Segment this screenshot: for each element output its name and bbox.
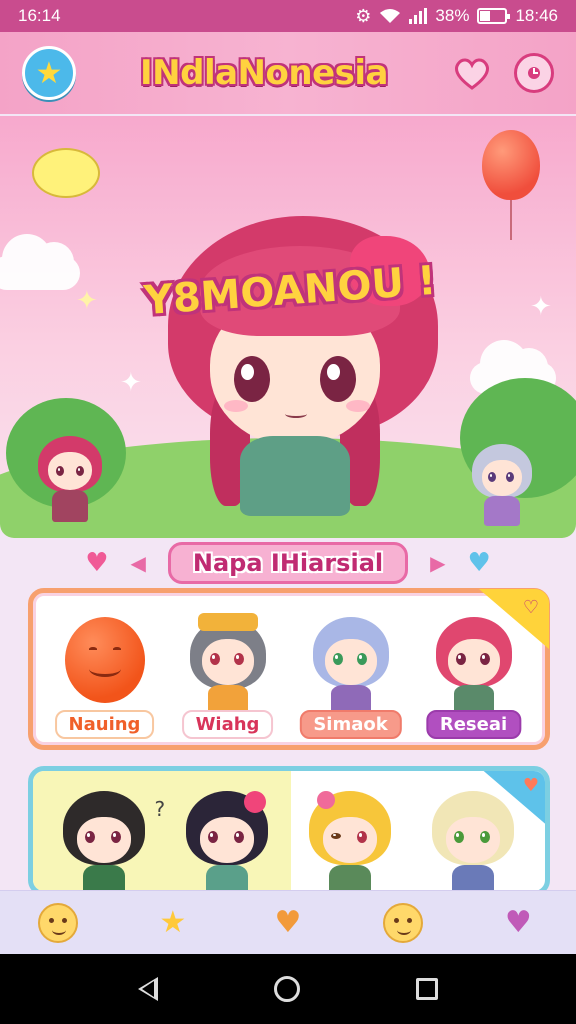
heart-icon[interactable] bbox=[452, 53, 492, 93]
yellow-balloon-decoration bbox=[32, 148, 100, 198]
section-header: ♥ ◀ Napa IHiarsial ▶ ♥ bbox=[0, 538, 576, 588]
heart-icon: ♥ bbox=[467, 548, 491, 578]
smiley-balloon-icon bbox=[64, 617, 145, 703]
grin-icon[interactable] bbox=[381, 901, 425, 945]
character-label: Reseai bbox=[425, 710, 522, 739]
character-slot[interactable] bbox=[291, 779, 411, 891]
settings-gear-icon: ⚙ bbox=[355, 5, 372, 26]
bottom-navigation: ★ ♥ ♥ bbox=[0, 890, 576, 954]
app-header: ★ INdlaNonesia bbox=[0, 32, 576, 114]
status-time: 16:14 bbox=[18, 6, 61, 25]
character-card-row-1: ♡ Nauing Wiahg Simaok Reseai bbox=[28, 588, 550, 750]
red-balloon-decoration bbox=[482, 130, 540, 200]
character-slot[interactable] bbox=[414, 779, 534, 891]
character-slot[interactable]: ? bbox=[45, 779, 166, 891]
character-card-row-2: ♥ ? bbox=[28, 766, 550, 896]
character-avatar bbox=[434, 613, 514, 713]
app-title: INdlaNonesia bbox=[140, 53, 388, 93]
character-slot[interactable]: Wiahg bbox=[168, 603, 288, 743]
question-mark: ? bbox=[154, 797, 166, 821]
character-label: Simaok bbox=[299, 710, 402, 739]
heart-icon: ♥ bbox=[85, 548, 109, 578]
hero-banner[interactable]: ✦ ✦ ✦ ✦ Y8MOANOU ! bbox=[0, 116, 576, 538]
recent-apps-icon[interactable] bbox=[416, 978, 438, 1000]
signal-icon bbox=[409, 8, 428, 24]
hearts-icon[interactable]: ♥ bbox=[266, 901, 310, 945]
character-avatar bbox=[311, 613, 391, 713]
small-character bbox=[470, 442, 534, 526]
clock-icon[interactable] bbox=[514, 53, 554, 93]
back-icon[interactable] bbox=[138, 977, 158, 1001]
character-avatar bbox=[188, 613, 268, 713]
battery-percent: 38% bbox=[435, 6, 470, 25]
character-avatar bbox=[61, 791, 147, 891]
cloud-decoration bbox=[0, 234, 80, 290]
character-label: Nauing bbox=[54, 710, 155, 739]
small-character bbox=[36, 434, 106, 524]
section-title: Napa IHiarsial bbox=[192, 549, 384, 577]
sparkle-icon: ✦ bbox=[76, 286, 98, 316]
main-character bbox=[150, 186, 460, 516]
status-clock: 18:46 bbox=[515, 6, 558, 25]
battery-fill bbox=[480, 11, 491, 21]
battery-icon bbox=[477, 8, 511, 24]
character-avatar bbox=[430, 791, 516, 891]
system-navigation-bar bbox=[0, 954, 576, 1024]
character-slot[interactable]: Nauing bbox=[45, 603, 165, 743]
smiley-icon[interactable] bbox=[36, 901, 80, 945]
section-title-pill[interactable]: Napa IHiarsial bbox=[167, 542, 409, 584]
home-icon[interactable] bbox=[274, 976, 300, 1002]
status-bar: 16:14 ⚙ 38% 18:46 bbox=[0, 0, 576, 32]
character-avatar bbox=[184, 791, 270, 891]
character-slot[interactable] bbox=[168, 779, 288, 891]
wifi-icon bbox=[380, 9, 401, 23]
status-indicators: ⚙ 38% 18:46 bbox=[355, 6, 558, 27]
chevron-right-icon[interactable]: ▶ bbox=[430, 551, 445, 575]
character-label: Wiahg bbox=[181, 710, 274, 739]
sparkle-icon: ✦ bbox=[120, 368, 142, 398]
star-face-icon[interactable]: ★ bbox=[151, 901, 195, 945]
balloon-string bbox=[510, 200, 512, 240]
chevron-left-icon[interactable]: ◀ bbox=[131, 551, 146, 575]
heart-balloon-icon[interactable]: ♥ bbox=[496, 901, 540, 945]
character-slot[interactable]: Reseai bbox=[414, 603, 534, 743]
character-avatar bbox=[307, 791, 393, 891]
sparkle-icon: ✦ bbox=[530, 292, 552, 322]
star-icon[interactable]: ★ bbox=[22, 46, 76, 100]
header-actions bbox=[452, 53, 554, 93]
character-slot[interactable]: Simaok bbox=[291, 603, 411, 743]
